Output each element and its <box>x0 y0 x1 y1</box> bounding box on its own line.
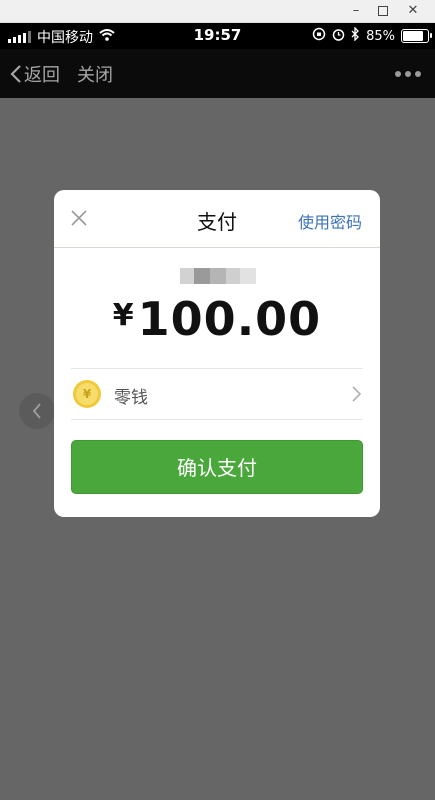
wallet-coin-icon: ¥ <box>73 380 101 408</box>
status-bar: 中国移动 19:57 85% <box>0 23 435 49</box>
battery-icon <box>401 29 432 43</box>
minimize-icon[interactable]: – <box>347 2 365 20</box>
confirm-payment-button[interactable]: 确认支付 <box>71 440 363 494</box>
payment-dialog: 支付 使用密码 ¥100.00 ¥ 零钱 确认支付 <box>54 190 380 517</box>
payment-amount: ¥100.00 <box>54 292 380 346</box>
payment-method-selector[interactable]: ¥ 零钱 <box>71 368 363 420</box>
back-button[interactable]: 返回 <box>10 61 60 87</box>
payee-name-blurred <box>180 268 256 284</box>
payment-method-label: 零钱 <box>114 388 148 408</box>
bluetooth-icon <box>351 26 360 45</box>
close-page-button[interactable]: 关闭 <box>77 61 113 87</box>
maximize-icon[interactable] <box>374 2 392 20</box>
nav-bar: 返回 关闭 <box>0 49 435 98</box>
back-label: 返回 <box>24 65 60 86</box>
window-close-icon[interactable]: ✕ <box>404 2 422 20</box>
host-window-bar: – ✕ <box>0 0 435 23</box>
rotation-lock-icon <box>312 27 326 45</box>
alarm-icon <box>332 27 345 45</box>
currency-symbol: ¥ <box>112 298 134 333</box>
battery-percent: 85% <box>366 28 395 44</box>
dialog-header: 支付 使用密码 <box>54 190 380 248</box>
chevron-left-icon <box>10 65 21 83</box>
more-options-icon[interactable] <box>395 71 421 77</box>
chevron-left-icon <box>32 403 41 419</box>
use-password-link[interactable]: 使用密码 <box>298 209 362 233</box>
amount-value: 100.00 <box>137 292 322 346</box>
chevron-right-icon <box>352 386 362 406</box>
previous-arrow-button[interactable] <box>19 393 55 429</box>
